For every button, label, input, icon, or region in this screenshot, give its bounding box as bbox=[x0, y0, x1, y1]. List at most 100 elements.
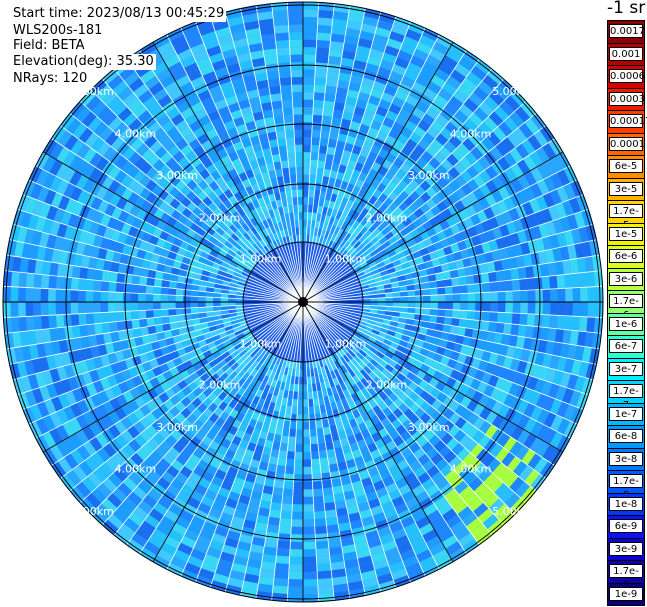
range-gate bbox=[312, 473, 322, 482]
range-gate bbox=[138, 293, 146, 302]
range-gate bbox=[303, 197, 309, 205]
range-gate bbox=[317, 570, 333, 580]
range-gate bbox=[525, 265, 535, 279]
range-gate bbox=[480, 272, 490, 284]
colorbar-tick-label: 3e-6 bbox=[609, 271, 643, 286]
range-gate bbox=[407, 302, 416, 308]
range-gate bbox=[512, 290, 521, 302]
range-gate bbox=[312, 488, 324, 497]
range-gate bbox=[283, 481, 294, 490]
range-gate bbox=[458, 276, 468, 286]
range-gate bbox=[465, 275, 475, 285]
range-gate bbox=[297, 399, 303, 407]
range-gate bbox=[168, 302, 176, 310]
range-gate bbox=[108, 291, 116, 302]
range-gate bbox=[512, 302, 521, 314]
range-gate bbox=[565, 302, 573, 317]
range-gate bbox=[303, 504, 314, 512]
range-gate bbox=[310, 144, 320, 153]
range-gate bbox=[519, 278, 528, 291]
range-gate bbox=[314, 518, 327, 527]
colorbar: 0.0017 0.001 0.0006 0.0003 0.00017 0.0001 6e-5… bbox=[607, 20, 647, 606]
range-gate bbox=[168, 308, 177, 317]
range-gate bbox=[407, 296, 416, 302]
range-gate bbox=[282, 107, 294, 116]
range-gate bbox=[292, 99, 303, 108]
colorbar-tick-label: 1e-6 bbox=[609, 316, 643, 331]
range-gate bbox=[25, 302, 34, 317]
range-gate bbox=[123, 283, 132, 293]
range-gate bbox=[280, 510, 293, 520]
range-gate bbox=[291, 519, 303, 527]
range-gate bbox=[294, 144, 303, 153]
range-ring-label: 4.00km bbox=[115, 127, 157, 140]
range-gate bbox=[273, 17, 289, 27]
range-gate bbox=[315, 47, 330, 56]
range-gate bbox=[18, 287, 26, 302]
range-gate bbox=[287, 586, 303, 595]
range-gate bbox=[303, 541, 316, 550]
range-gate bbox=[586, 316, 596, 333]
range-gate bbox=[527, 302, 536, 315]
range-gate bbox=[325, 516, 339, 526]
range-gate bbox=[288, 564, 303, 572]
range-gate bbox=[18, 272, 28, 288]
range-gate bbox=[160, 287, 169, 295]
range-gate bbox=[474, 311, 483, 321]
range-gate bbox=[303, 534, 316, 542]
range-gate bbox=[312, 481, 323, 490]
range-gate bbox=[101, 322, 111, 334]
range-gate bbox=[303, 92, 314, 100]
colorbar-tick-label: 3e-9 bbox=[609, 541, 643, 556]
range-gate bbox=[578, 316, 588, 332]
range-gate bbox=[40, 274, 50, 289]
range-gate bbox=[321, 115, 333, 125]
range-gate bbox=[303, 9, 319, 18]
range-gate bbox=[281, 503, 293, 512]
range-gate bbox=[324, 502, 336, 511]
range-gate bbox=[326, 524, 340, 534]
range-gate bbox=[296, 182, 303, 190]
range-gate bbox=[10, 286, 19, 302]
range-gate bbox=[277, 457, 287, 467]
range-gate bbox=[313, 510, 326, 520]
range-gate bbox=[316, 563, 332, 572]
range-gate bbox=[100, 280, 110, 292]
range-gate bbox=[123, 311, 132, 321]
range-gate bbox=[48, 288, 56, 302]
range-gate bbox=[303, 579, 318, 587]
range-gate bbox=[33, 273, 42, 289]
range-gate bbox=[556, 274, 566, 289]
range-gate bbox=[55, 302, 64, 315]
range-gate bbox=[116, 320, 126, 332]
range-gate bbox=[303, 571, 318, 580]
range-gate bbox=[317, 24, 333, 34]
range-gate bbox=[94, 269, 103, 281]
range-gate bbox=[322, 487, 334, 496]
range-gate bbox=[70, 277, 80, 291]
range-gate bbox=[63, 302, 71, 315]
range-gate bbox=[145, 285, 154, 295]
range-gate bbox=[325, 78, 339, 88]
range-gate bbox=[445, 302, 453, 310]
range-gate bbox=[587, 286, 596, 302]
ppi-polar-plot[interactable]: 1.00km 1.00km 1.00km 1.00km 2.00km 2.00km 2.00… bbox=[0, 0, 607, 607]
range-gate bbox=[303, 511, 315, 520]
range-ring-label: 2.00km bbox=[366, 212, 408, 225]
range-gate bbox=[289, 39, 303, 48]
range-gate bbox=[267, 78, 281, 88]
range-gate bbox=[526, 313, 536, 327]
range-gate bbox=[295, 159, 303, 168]
range-gate bbox=[130, 292, 139, 302]
range-gate bbox=[274, 122, 285, 132]
range-gate bbox=[571, 316, 581, 332]
range-gate bbox=[286, 451, 296, 460]
range-gate bbox=[10, 302, 19, 318]
colorbar-tick-label: 1.7e-8 bbox=[609, 474, 643, 501]
range-gate bbox=[452, 309, 461, 319]
range-gate bbox=[168, 287, 177, 296]
range-gate bbox=[541, 314, 551, 328]
range-gate bbox=[160, 309, 169, 317]
range-gate bbox=[85, 312, 95, 325]
range-gate bbox=[303, 152, 311, 160]
